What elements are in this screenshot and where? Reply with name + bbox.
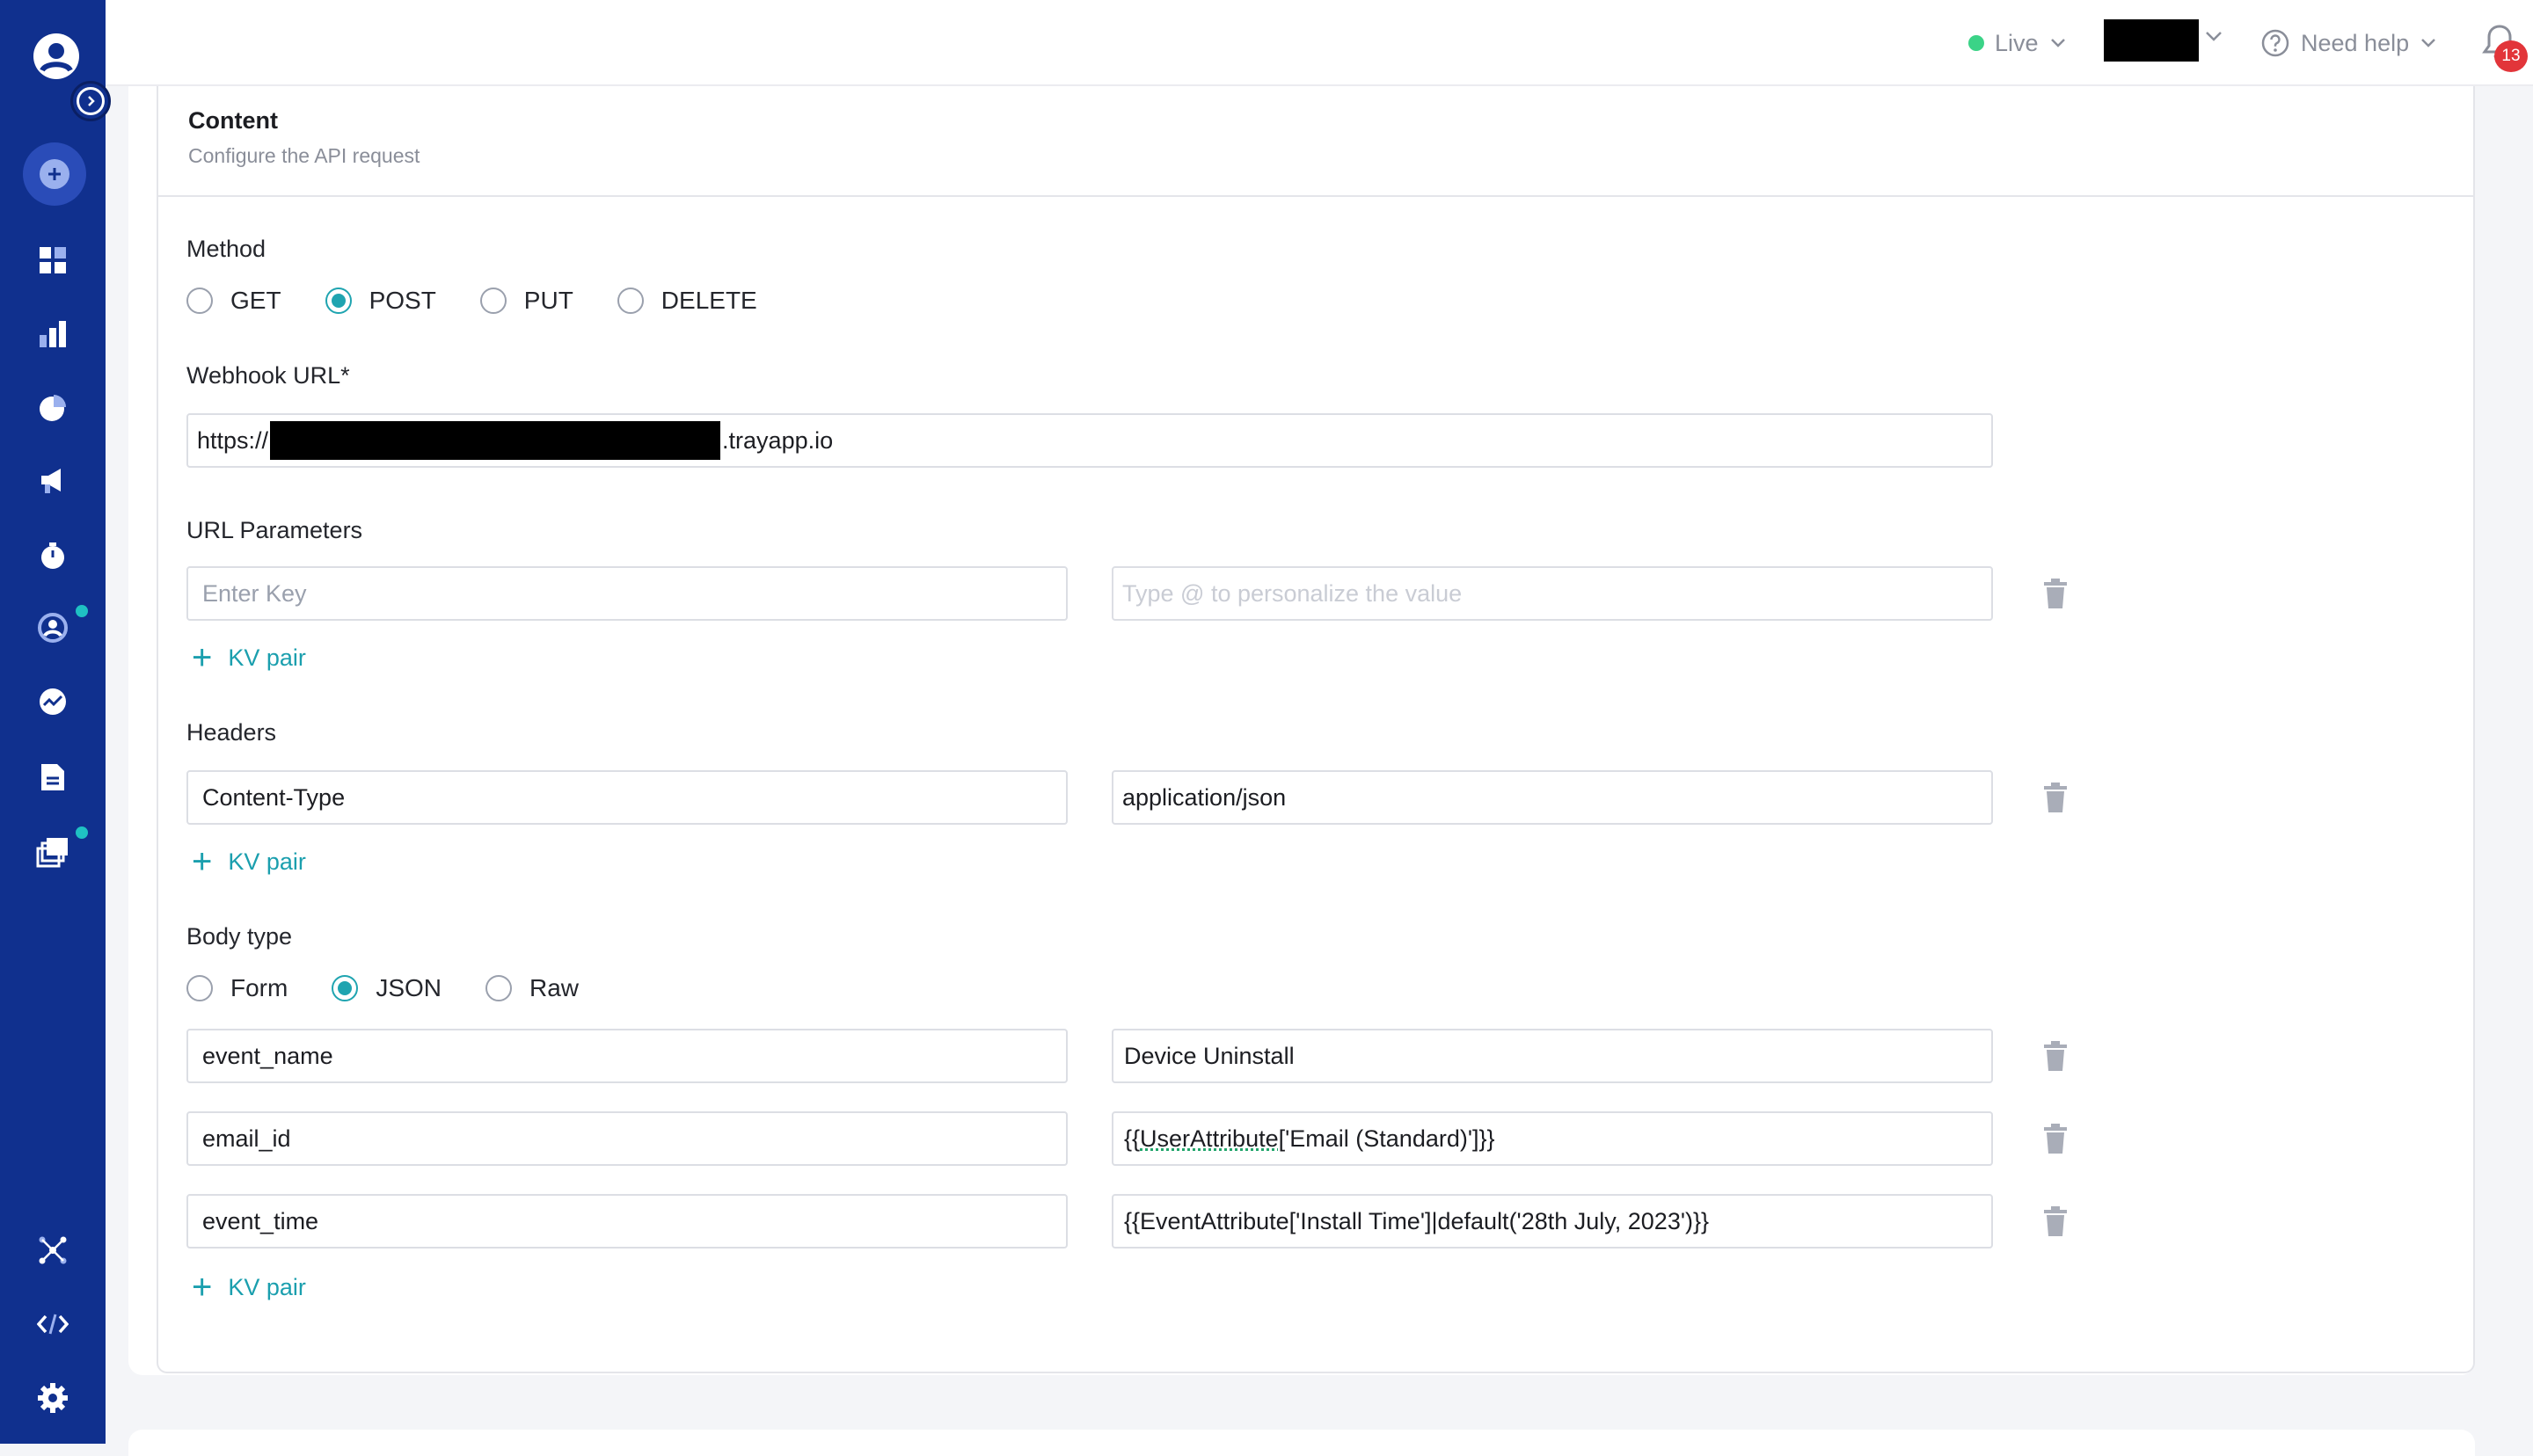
analytics-icon[interactable] (35, 317, 70, 352)
radio-circle[interactable] (485, 975, 513, 1001)
trash-icon[interactable] (2042, 1124, 2069, 1154)
environment-selector[interactable]: Live (1968, 23, 2067, 63)
redacted-text (270, 421, 721, 460)
app-logo-icon[interactable] (32, 32, 81, 81)
add-header-button[interactable]: + KV pair (192, 844, 306, 879)
spellcheck-underline: UserAttribute (1140, 1125, 1279, 1152)
trash-icon[interactable] (2042, 783, 2069, 812)
sidebar (0, 0, 111, 1444)
help-circle-icon (2261, 29, 2289, 57)
body-key-input[interactable]: event_name (186, 1029, 1068, 1083)
timer-icon[interactable] (35, 538, 70, 573)
trash-icon[interactable] (2042, 1041, 2069, 1071)
live-status-dot (1968, 35, 1984, 51)
method-option-put[interactable]: PUT (479, 287, 573, 315)
user-settings-icon[interactable] (35, 610, 70, 645)
trash-icon[interactable] (2042, 1206, 2069, 1236)
body-option-raw[interactable]: Raw (485, 974, 579, 1002)
campaigns-icon[interactable] (35, 462, 70, 498)
body-value-input[interactable]: {{UserAttribute ['Email (Standard)']}} (1112, 1111, 1993, 1166)
segments-icon[interactable] (35, 390, 70, 426)
body-key-input[interactable]: email_id (186, 1111, 1068, 1166)
trends-icon[interactable] (35, 684, 70, 719)
method-option-post[interactable]: POST (325, 287, 436, 315)
top-bar: Live Need help 13 A (106, 0, 2533, 86)
content-library-icon[interactable] (35, 835, 70, 870)
chevron-down-icon[interactable] (2204, 30, 2223, 44)
plus-icon: + (192, 842, 213, 881)
add-url-param-button[interactable]: + KV pair (192, 640, 306, 675)
integrations-icon[interactable] (35, 1233, 70, 1268)
code-icon[interactable] (35, 1307, 70, 1342)
notification-count-badge: 13 (2494, 40, 2528, 72)
trash-icon[interactable] (2042, 579, 2069, 608)
plus-icon: + (192, 638, 213, 677)
headers-label: Headers (186, 719, 277, 746)
body-key-input[interactable]: event_time (186, 1194, 1068, 1249)
content-card: Content Configure the API request (157, 86, 2475, 1373)
settings-gear-icon[interactable] (35, 1380, 70, 1416)
method-label: Method (186, 236, 266, 262)
radio-circle[interactable] (479, 288, 507, 314)
account-selector[interactable] (2104, 19, 2199, 62)
radio-circle[interactable] (617, 288, 644, 314)
new-indicator-dot (76, 826, 88, 839)
environment-label: Live (1995, 29, 2039, 56)
webhook-url-input[interactable]: https://.trayapp.io (186, 413, 1993, 468)
card-header: Content Configure the API request (158, 86, 2473, 197)
radio-circle[interactable] (186, 975, 213, 1001)
body-type-radio-group: Form JSON Raw (186, 971, 623, 1006)
body-option-json[interactable]: JSON (332, 974, 442, 1002)
add-body-param-button[interactable]: + KV pair (192, 1270, 306, 1305)
plus-icon: + (192, 1268, 213, 1307)
webhook-url-label: Webhook URL* (186, 362, 350, 389)
method-option-get[interactable]: GET (186, 287, 281, 315)
next-section-card (128, 1430, 2475, 1456)
create-button[interactable] (23, 142, 86, 206)
header-value-input[interactable]: application/json (1112, 770, 1993, 825)
radio-circle[interactable] (186, 288, 213, 314)
need-help-menu[interactable]: Need help (2260, 23, 2437, 63)
body-type-label: Body type (186, 923, 293, 950)
url-param-key-input[interactable]: Enter Key (186, 566, 1068, 621)
body-value-input[interactable]: Device Uninstall (1112, 1029, 1993, 1083)
method-radio-group: GET POST PUT DELETE (186, 283, 801, 318)
header-key-input[interactable]: Content-Type (186, 770, 1068, 825)
expand-sidebar-button[interactable] (70, 81, 111, 121)
radio-circle-selected[interactable] (332, 975, 359, 1001)
radio-circle-selected[interactable] (325, 288, 352, 314)
document-icon[interactable] (35, 760, 70, 795)
chevron-down-icon (2421, 39, 2435, 47)
chevron-right-icon (77, 87, 105, 115)
chevron-down-icon (2050, 39, 2065, 47)
section-subtitle: Configure the API request (188, 144, 420, 167)
plus-icon (40, 159, 69, 189)
url-parameters-label: URL Parameters (186, 517, 363, 543)
url-param-value-input[interactable]: Type @ to personalize the value (1112, 566, 1993, 621)
new-indicator-dot (76, 605, 88, 617)
dashboard-icon[interactable] (35, 243, 70, 278)
need-help-label: Need help (2301, 29, 2410, 56)
body-value-input[interactable]: {{EventAttribute['Install Time']|default… (1112, 1194, 1993, 1249)
method-option-delete[interactable]: DELETE (617, 287, 757, 315)
section-title: Content (188, 107, 278, 134)
body-option-form[interactable]: Form (186, 974, 288, 1002)
